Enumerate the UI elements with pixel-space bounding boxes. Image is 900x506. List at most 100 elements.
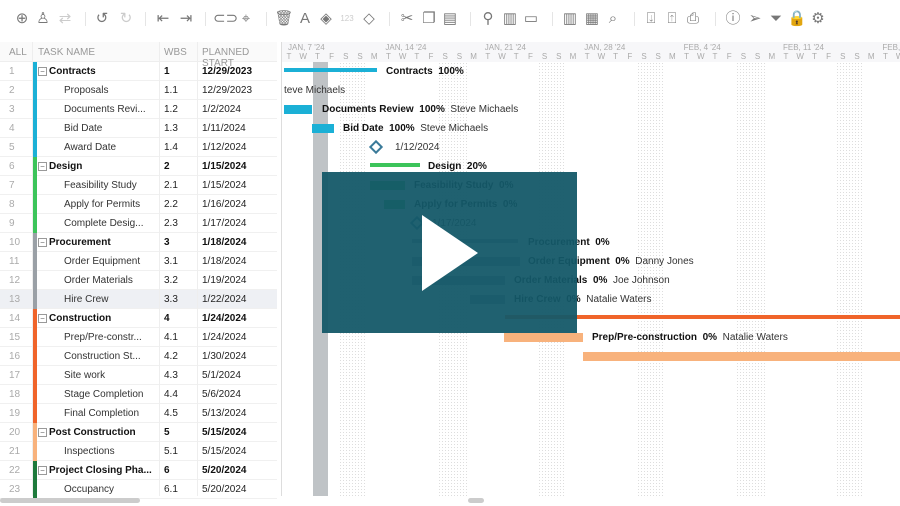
col-all[interactable]: ALL (9, 47, 27, 58)
numbering-icon[interactable]: 123 (337, 9, 357, 29)
table-row[interactable]: 7 Feasibility Study 2.1 1/15/2024 (0, 176, 277, 195)
table-row[interactable]: 8 Apply for Permits 2.2 1/16/2024 (0, 195, 277, 214)
table-row[interactable]: 15 Prep/Pre-constr... 4.1 1/24/2024 (0, 328, 277, 347)
task-name[interactable]: Order Materials (64, 275, 133, 286)
outdent-icon[interactable]: ⇤ (153, 9, 173, 29)
table-row[interactable]: 19 Final Completion 4.5 5/13/2024 (0, 404, 277, 423)
planned-start[interactable]: 5/6/2024 (202, 389, 241, 400)
table-row[interactable]: 17 Site work 4.3 5/1/2024 (0, 366, 277, 385)
gantt-scrollbar[interactable] (468, 498, 484, 503)
task-name[interactable]: Construction St... (64, 351, 141, 362)
table-row[interactable]: 1 − Contracts 1 12/29/2023 (0, 62, 277, 81)
task-name[interactable]: Site work (64, 370, 105, 381)
task-name[interactable]: Procurement (49, 237, 111, 248)
task-name[interactable]: Prep/Pre-constr... (64, 332, 142, 343)
planned-start[interactable]: 5/20/2024 (202, 484, 247, 495)
grid-scrollbar[interactable] (0, 498, 140, 503)
task-name[interactable]: Construction (49, 313, 111, 324)
planned-start[interactable]: 1/15/2024 (202, 180, 247, 191)
export-icon[interactable]: ⍐ (662, 9, 682, 29)
task-name[interactable]: Hire Crew (64, 294, 108, 305)
table-row[interactable]: 13 Hire Crew 3.3 1/22/2024 (0, 290, 277, 309)
planned-start[interactable]: 1/18/2024 (202, 256, 247, 267)
planned-start[interactable]: 1/11/2024 (202, 123, 246, 134)
table-row[interactable]: 2 Proposals 1.1 12/29/2023 (0, 81, 277, 100)
attachment-icon[interactable]: ⚲ (478, 9, 498, 29)
table-row[interactable]: 6 − Design 2 1/15/2024 (0, 157, 277, 176)
table-row[interactable]: 10 − Procurement 3 1/18/2024 (0, 233, 277, 252)
table-row[interactable]: 14 − Construction 4 1/24/2024 (0, 309, 277, 328)
task-name[interactable]: Bid Date (64, 123, 102, 134)
notes-icon[interactable]: ▥ (500, 9, 520, 29)
table-row[interactable]: 3 Documents Revi... 1.2 1/2/2024 (0, 100, 277, 119)
grid-icon[interactable]: ▦ (582, 9, 602, 29)
task-name[interactable]: Post Construction (49, 427, 136, 438)
undo-icon[interactable]: ↺ (92, 9, 112, 29)
task-bar[interactable] (284, 105, 312, 114)
table-row[interactable]: 9 Complete Desig... 2.3 1/17/2024 (0, 214, 277, 233)
indent-icon[interactable]: ⇥ (176, 9, 196, 29)
table-row[interactable]: 4 Bid Date 1.3 1/11/2024 (0, 119, 277, 138)
planned-start[interactable]: 1/15/2024 (202, 161, 247, 172)
planned-start[interactable]: 5/13/2024 (202, 408, 247, 419)
recurring-icon[interactable]: ⇄ (55, 9, 75, 29)
summary-bar[interactable] (284, 68, 377, 72)
planned-start[interactable]: 1/24/2024 (202, 332, 247, 343)
link-icon[interactable]: ⊂⊃ (213, 9, 238, 29)
planned-start[interactable]: 1/24/2024 (202, 313, 247, 324)
task-name[interactable]: Feasibility Study (64, 180, 137, 191)
planned-start[interactable]: 1/2/2024 (202, 104, 241, 115)
planned-start[interactable]: 1/17/2024 (202, 218, 247, 229)
col-task-name[interactable]: TASK NAME (38, 47, 95, 58)
milestone-diamond[interactable] (368, 139, 384, 155)
print-icon[interactable]: ⎙ (683, 9, 703, 29)
user-icon[interactable]: ♙ (33, 9, 53, 29)
task-name[interactable]: Inspections (64, 446, 115, 457)
fill-color-icon[interactable]: ◈ (316, 9, 336, 29)
task-name[interactable]: Award Date (64, 142, 116, 153)
task-bar[interactable] (504, 333, 583, 342)
table-row[interactable]: 23 Occupancy 6.1 5/20/2024 (0, 480, 277, 499)
task-name[interactable]: Apply for Permits (64, 199, 140, 210)
import-icon[interactable]: ⍗ (641, 9, 661, 29)
unlink-icon[interactable]: ⌖ (236, 9, 256, 29)
video-play-overlay[interactable] (322, 172, 577, 333)
planned-start[interactable]: 5/15/2024 (202, 427, 247, 438)
settings-icon[interactable]: ⚙ (808, 9, 828, 29)
task-name[interactable]: Occupancy (64, 484, 114, 495)
planned-start[interactable]: 1/12/2024 (202, 142, 247, 153)
task-bar[interactable] (583, 352, 900, 361)
planned-start[interactable]: 5/15/2024 (202, 446, 247, 457)
paste-icon[interactable]: ▤ (440, 9, 460, 29)
summary-bar[interactable] (370, 163, 420, 167)
info-icon[interactable]: ⓘ (723, 9, 743, 29)
milestone-icon[interactable]: ◇ (359, 9, 379, 29)
planned-start[interactable]: 1/19/2024 (202, 275, 247, 286)
task-name[interactable]: Project Closing Pha... (49, 465, 152, 476)
planned-start[interactable]: 1/30/2024 (202, 351, 247, 362)
task-name[interactable]: Design (49, 161, 82, 172)
planned-start[interactable]: 12/29/2023 (202, 85, 252, 96)
table-row[interactable]: 5 Award Date 1.4 1/12/2024 (0, 138, 277, 157)
send-icon[interactable]: ➢ (745, 9, 765, 29)
planned-start[interactable]: 1/16/2024 (202, 199, 247, 210)
comment-icon[interactable]: ▭ (521, 9, 541, 29)
task-name[interactable]: Final Completion (64, 408, 139, 419)
task-name[interactable]: Contracts (49, 66, 96, 77)
table-row[interactable]: 20 − Post Construction 5 5/15/2024 (0, 423, 277, 442)
filter-icon[interactable]: ⏷ (766, 9, 786, 29)
add-circle-icon[interactable]: ⊕ (12, 9, 32, 29)
task-name[interactable]: Order Equipment (64, 256, 140, 267)
collapse-icon[interactable]: − (38, 162, 47, 171)
table-row[interactable]: 12 Order Materials 3.2 1/19/2024 (0, 271, 277, 290)
planned-start[interactable]: 1/18/2024 (202, 237, 247, 248)
collapse-icon[interactable]: − (38, 428, 47, 437)
collapse-icon[interactable]: − (38, 67, 47, 76)
task-name[interactable]: Documents Revi... (64, 104, 146, 115)
play-icon[interactable] (422, 215, 478, 291)
collapse-icon[interactable]: − (38, 466, 47, 475)
task-name[interactable]: Complete Desig... (64, 218, 143, 229)
zoom-icon[interactable]: ⌕ (603, 9, 623, 29)
text-color-icon[interactable]: A (295, 9, 315, 29)
planned-start[interactable]: 5/20/2024 (202, 465, 247, 476)
